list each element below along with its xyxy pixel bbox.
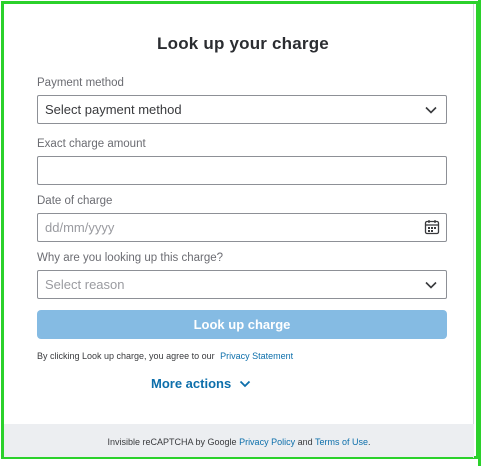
more-actions-label: More actions: [151, 376, 232, 391]
page-title: Look up your charge: [157, 34, 329, 53]
chevron-down-icon: [425, 106, 437, 114]
privacy-statement-link[interactable]: Privacy Statement: [220, 351, 293, 361]
privacy-policy-link[interactable]: Privacy Policy: [239, 437, 295, 447]
footer-and: and: [297, 437, 313, 447]
date-of-charge-label: Date of charge: [37, 195, 113, 207]
reason-placeholder: Select reason: [45, 277, 125, 292]
consent-text: By clicking Look up charge, you agree to…: [37, 351, 293, 361]
recaptcha-text: Invisible reCAPTCHA by Google: [107, 437, 237, 447]
chevron-down-icon: [240, 380, 251, 387]
charge-amount-input[interactable]: [37, 156, 447, 185]
look-up-charge-button[interactable]: Look up charge: [37, 310, 447, 339]
charge-amount-label: Exact charge amount: [37, 138, 146, 150]
reason-select[interactable]: Select reason: [37, 270, 447, 299]
payment-method-select[interactable]: Select payment method: [37, 95, 447, 124]
window-edge: [478, 0, 481, 466]
footer-period: .: [367, 437, 371, 447]
payment-method-value: Select payment method: [45, 102, 182, 117]
payment-method-label: Payment method: [37, 77, 124, 89]
recaptcha-footer: Invisible reCAPTCHA by Google Privacy Po…: [4, 424, 474, 457]
date-of-charge-input[interactable]: dd/mm/yyyy: [37, 213, 447, 242]
date-placeholder: dd/mm/yyyy: [45, 220, 115, 235]
scroll-divider: [473, 4, 474, 458]
reason-label: Why are you looking up this charge?: [37, 252, 224, 264]
chevron-down-icon: [425, 281, 437, 289]
terms-of-use-link[interactable]: Terms of Use: [315, 437, 368, 447]
more-actions-toggle[interactable]: More actions: [151, 376, 251, 391]
calendar-icon[interactable]: [424, 219, 440, 235]
consent-message: By clicking Look up charge, you agree to…: [37, 351, 215, 361]
